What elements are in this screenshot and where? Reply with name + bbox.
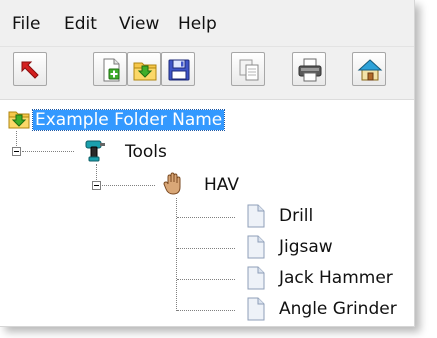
document-icon (247, 204, 265, 228)
open-button[interactable] (127, 52, 161, 86)
home-icon (357, 59, 383, 81)
menu-view[interactable]: View (119, 14, 159, 34)
tree-connector (177, 279, 235, 280)
menu-edit[interactable]: Edit (64, 14, 97, 34)
tree-connector (96, 164, 97, 182)
tree-view[interactable]: Example Folder Name Tools HAV Drill Jigs… (0, 100, 414, 326)
menu-help[interactable]: Help (178, 14, 217, 34)
hand-icon (163, 172, 181, 195)
print-icon (298, 58, 322, 82)
copy-icon (239, 59, 259, 81)
tree-node-label[interactable]: Angle Grinder (279, 299, 397, 319)
save-disk-icon (168, 59, 190, 81)
tree-connector (177, 248, 235, 249)
save-button[interactable] (161, 52, 195, 86)
home-button[interactable] (352, 52, 386, 86)
menu-file[interactable]: File (12, 14, 40, 34)
tree-connector (176, 198, 177, 311)
document-icon (247, 235, 265, 259)
folder-icon (8, 111, 30, 129)
tree-node-label[interactable]: Jigsaw (279, 237, 333, 257)
tree-node-label[interactable]: HAV (204, 175, 239, 195)
document-icon (247, 297, 265, 321)
collapse-toggle[interactable] (12, 147, 21, 156)
tree-node-label[interactable]: Example Folder Name (31, 109, 226, 131)
tree-connector (177, 310, 235, 311)
tree-node-label[interactable]: Tools (125, 142, 167, 162)
copy-button[interactable] (231, 52, 265, 86)
exit-arrow-icon (21, 61, 39, 79)
tree-connector (102, 185, 155, 186)
tree-connector (22, 151, 74, 152)
tree-node-label[interactable]: Drill (279, 206, 313, 226)
drill-tool-icon (85, 140, 105, 162)
print-button[interactable] (292, 52, 326, 86)
collapse-toggle[interactable] (92, 181, 101, 190)
menu-bar: File Edit View Help (0, 0, 414, 47)
tree-node-label[interactable]: Jack Hammer (279, 268, 393, 288)
exit-button[interactable] (13, 52, 47, 86)
new-button[interactable] (93, 52, 127, 86)
app-window: File Edit View Help Example Folder Name … (0, 0, 415, 327)
open-folder-icon (133, 62, 157, 81)
new-file-icon (103, 58, 120, 82)
document-icon (247, 266, 265, 290)
tree-connector (177, 217, 235, 218)
toolbar (0, 47, 414, 100)
